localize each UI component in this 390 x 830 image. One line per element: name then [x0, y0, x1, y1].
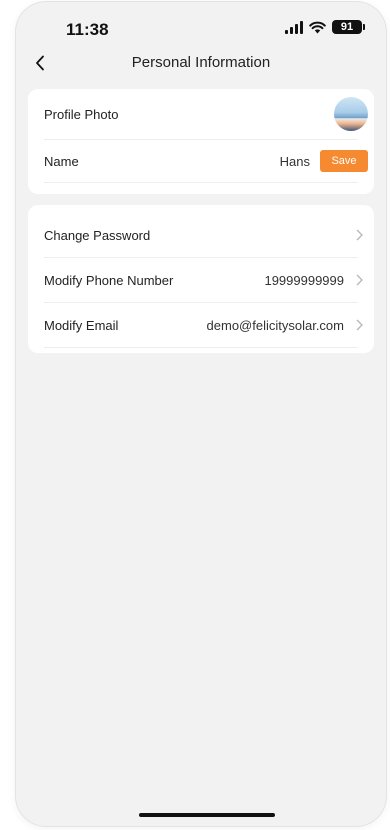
chevron-right-icon	[354, 273, 364, 287]
nav-bar: Personal Information	[16, 46, 386, 80]
modify-email-row[interactable]: Modify Email demo@felicitysolar.com	[44, 303, 363, 348]
chevron-right-icon	[354, 228, 364, 242]
email-value: demo@felicitysolar.com	[206, 317, 344, 333]
profile-card: Profile Photo Name Hans Save	[28, 89, 374, 194]
profile-photo-label: Profile Photo	[44, 106, 119, 122]
phone-number-value: 19999999999	[264, 272, 344, 288]
modify-email-label: Modify Email	[44, 317, 119, 333]
status-time: 11:38	[66, 20, 109, 39]
chevron-right-icon	[354, 318, 364, 332]
name-value[interactable]: Hans	[280, 154, 310, 169]
home-indicator[interactable]	[139, 813, 275, 817]
status-icons: 91	[285, 20, 365, 34]
modify-phone-row[interactable]: Modify Phone Number 19999999999	[44, 258, 363, 303]
phone-screen: 11:38 91 Personal Information Profile Ph…	[16, 2, 386, 826]
account-card: Change Password Modify Phone Number 1999…	[28, 205, 374, 353]
name-row: Name Hans Save	[44, 140, 368, 183]
wifi-icon	[309, 21, 326, 33]
name-label: Name	[44, 153, 79, 169]
change-password-row[interactable]: Change Password	[44, 213, 363, 258]
modify-phone-label: Modify Phone Number	[44, 272, 174, 288]
battery-icon: 91	[332, 20, 365, 34]
change-password-label: Change Password	[44, 227, 151, 243]
avatar[interactable]	[334, 97, 368, 131]
profile-photo-row[interactable]: Profile Photo	[44, 89, 368, 140]
page-title: Personal Information	[131, 54, 271, 71]
status-bar: 11:38 91	[16, 2, 386, 48]
signal-icon	[285, 20, 303, 34]
save-button[interactable]: Save	[320, 150, 368, 172]
